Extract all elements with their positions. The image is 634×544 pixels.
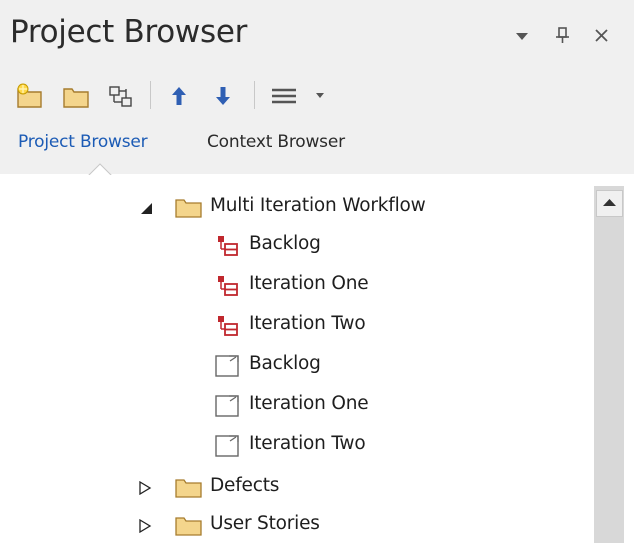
tree-node-element[interactable]: Backlog: [212, 228, 572, 264]
panel-header: Project Browser: [0, 0, 634, 72]
menu-icon: [272, 88, 324, 104]
folder-icon: [63, 88, 89, 108]
expand-arrow-icon[interactable]: [138, 481, 152, 495]
tree-node-diagram[interactable]: Iteration Two: [212, 428, 572, 464]
element-icon: [218, 236, 238, 256]
tree-node-package[interactable]: Defects: [130, 470, 530, 506]
tree-node-label: Iteration Two: [249, 433, 366, 454]
tree-node-label: Iteration Two: [249, 313, 366, 334]
new-diagram-button[interactable]: [104, 80, 138, 112]
scroll-up-button[interactable]: [596, 190, 623, 217]
dropdown-arrow-icon: [516, 33, 528, 40]
tree-node-label: Multi Iteration Workflow: [210, 195, 426, 216]
tab-project-browser[interactable]: Project Browser: [18, 132, 148, 152]
toolbar-separator: [150, 81, 151, 109]
toolbar-separator: [254, 81, 255, 109]
tree-node-element[interactable]: Iteration Two: [212, 308, 572, 344]
move-down-icon: [216, 87, 230, 105]
diagram-icon: [215, 435, 239, 457]
new-package-icon: [17, 83, 42, 108]
diagram-icon: [215, 355, 239, 377]
panel-menu-button[interactable]: [512, 22, 532, 48]
element-icon: [218, 316, 238, 336]
pin-button[interactable]: [553, 22, 573, 48]
tree-node-label: Backlog: [249, 353, 321, 374]
close-icon: [595, 29, 608, 42]
expand-arrow-icon[interactable]: [138, 519, 152, 533]
element-icon: [218, 276, 238, 296]
tree-node-package[interactable]: User Stories: [130, 508, 530, 544]
scroll-up-arrow-icon: [603, 199, 616, 206]
new-diagram-icon: [109, 86, 132, 107]
tree-node-package[interactable]: Multi Iteration Workflow: [130, 190, 590, 226]
move-up-icon: [172, 87, 186, 105]
tree-node-label: Defects: [210, 475, 280, 496]
vertical-scrollbar[interactable]: [594, 186, 624, 543]
collapse-arrow-icon[interactable]: [140, 201, 154, 215]
tab-context-browser[interactable]: Context Browser: [207, 132, 345, 152]
panel-title: Project Browser: [10, 14, 248, 50]
folder-icon: [175, 199, 202, 218]
tree-node-label: Iteration One: [249, 273, 369, 294]
pin-icon: [556, 27, 569, 43]
menu-button[interactable]: [266, 80, 330, 112]
move-down-button[interactable]: [208, 80, 238, 112]
tree-node-label: Backlog: [249, 233, 321, 254]
tree-node-element[interactable]: Iteration One: [212, 268, 572, 304]
folder-icon: [175, 479, 202, 498]
tree-node-diagram[interactable]: Backlog: [212, 348, 572, 384]
move-up-button[interactable]: [164, 80, 194, 112]
new-package-button[interactable]: [14, 80, 48, 112]
tree-node-diagram[interactable]: Iteration One: [212, 388, 572, 424]
diagram-icon: [215, 395, 239, 417]
tree-node-label: User Stories: [210, 513, 320, 534]
add-folder-button[interactable]: [60, 80, 94, 112]
folder-icon: [175, 517, 202, 536]
close-button[interactable]: [590, 22, 614, 48]
tree-node-label: Iteration One: [249, 393, 369, 414]
toolbar: [0, 72, 634, 120]
